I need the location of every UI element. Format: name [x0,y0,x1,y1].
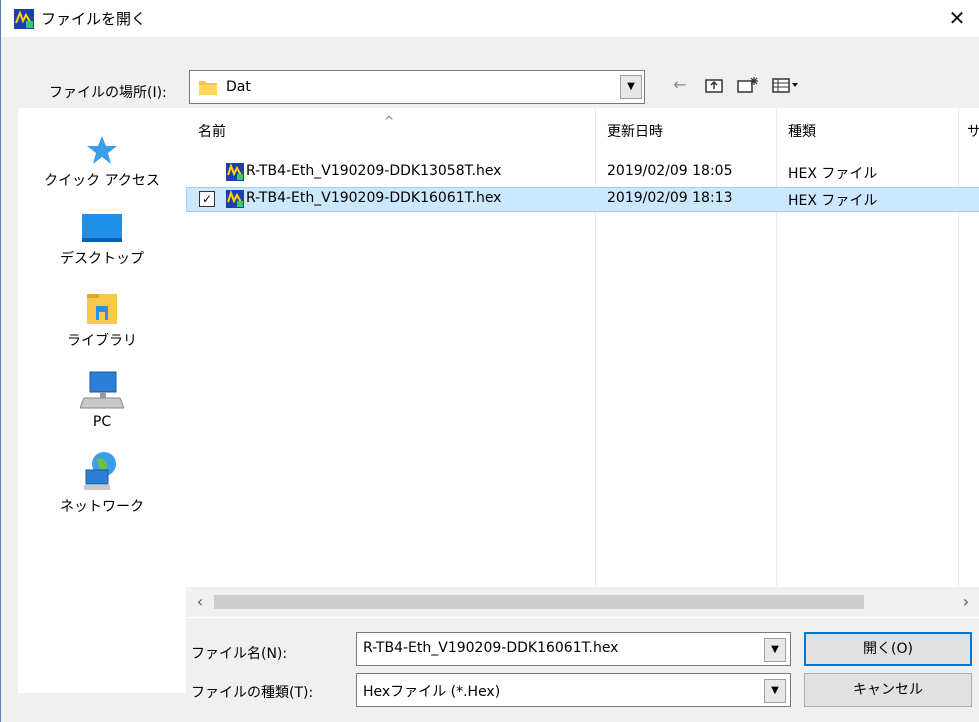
app-icon [14,9,34,29]
hex-file-icon [226,190,244,208]
place-label: ライブラリ [67,333,137,349]
scroll-thumb[interactable] [214,595,864,609]
file-modified: 2019/02/09 18:13 [607,190,733,206]
filename-dropdown-button[interactable]: ▼ [764,638,786,662]
filename-input[interactable]: R-TB4-Eth_V190209-DDK16061T.hex ▼ [356,632,791,666]
hex-file-icon [226,163,244,181]
place-label: PC [92,414,112,430]
filetype-select[interactable]: Hexファイル (*.Hex) ▼ [356,673,791,707]
lookin-label: ファイルの場所(I): [49,85,167,101]
filename-value[interactable]: R-TB4-Eth_V190209-DDK16061T.hex [363,640,618,656]
file-modified: 2019/02/09 18:05 [607,163,733,179]
dialog-title: ファイルを開く [41,10,147,28]
filetype-value[interactable]: Hexファイル (*.Hex) [363,681,500,701]
folder-icon [199,81,217,95]
lookin-dropdown-button[interactable]: ▼ [620,75,642,99]
close-icon[interactable]: ✕ [949,6,966,30]
place-label: クイック アクセス [44,173,160,189]
open-button[interactable]: 開く(O) [804,632,972,666]
file-row-selected[interactable]: ✓ R-TB4-Eth_V190209-DDK16061T.hex 2019/0… [186,187,979,212]
scroll-right-icon[interactable]: › [956,592,976,612]
new-folder-icon[interactable] [736,74,760,96]
column-header-size[interactable]: サ [967,108,979,146]
close-button[interactable]: ✕ [934,0,979,37]
view-menu-icon[interactable] [771,74,801,96]
library-icon [87,294,117,324]
filetype-label: ファイルの種類(T): [191,685,314,701]
file-list[interactable]: ^ 名前 更新日時 種類 サ R-TB4-Eth_V190209-DDK1305… [186,108,979,618]
file-type: HEX ファイル [788,166,878,182]
place-quick-access[interactable]: クイック アクセス [18,134,186,190]
chevron-down-icon: ▼ [627,81,635,92]
place-pc[interactable]: PC [18,370,186,430]
column-header-modified[interactable]: 更新日時 [607,108,663,146]
lookin-value: Dat [226,79,251,95]
file-name: R-TB4-Eth_V190209-DDK13058T.hex [246,163,502,179]
row-checkbox[interactable]: ✓ [199,191,215,207]
place-network[interactable]: ネットワーク [18,450,186,516]
column-header-type[interactable]: 種類 [788,108,816,146]
network-icon [84,452,116,490]
chevron-down-icon: ▼ [771,644,779,655]
place-label: デスクトップ [60,251,144,267]
file-row[interactable]: R-TB4-Eth_V190209-DDK13058T.hex 2019/02/… [186,160,979,185]
open-file-dialog: ファイルを開く ✕ ファイルの場所(I): Dat ▼ ← クイック アクセス … [0,0,979,722]
column-header-name[interactable]: 名前 [198,108,226,146]
lookin-combo[interactable]: Dat ▼ [189,70,645,104]
star-icon [87,136,117,164]
title-bar: ファイルを開く ✕ [1,0,979,37]
scroll-left-icon[interactable]: ‹ [190,592,210,612]
up-folder-icon[interactable] [704,74,724,96]
back-icon[interactable]: ← [669,74,691,96]
cancel-button[interactable]: キャンセル [804,673,972,707]
filetype-dropdown-button[interactable]: ▼ [764,679,786,703]
filename-label: ファイル名(N): [191,646,288,662]
pc-icon [80,371,124,409]
file-name: R-TB4-Eth_V190209-DDK16061T.hex [246,190,502,206]
place-libraries[interactable]: ライブラリ [18,290,186,350]
desktop-icon [82,214,122,242]
places-bar: クイック アクセス デスクトップ ライブラリ PC ネットワーク [18,108,186,693]
chevron-down-icon: ▼ [771,685,779,696]
file-type: HEX ファイル [788,193,878,209]
sort-ascending-icon: ^ [384,114,395,128]
place-desktop[interactable]: デスクトップ [18,212,186,268]
place-label: ネットワーク [60,499,144,515]
horizontal-scrollbar[interactable]: ‹ › [186,587,979,617]
